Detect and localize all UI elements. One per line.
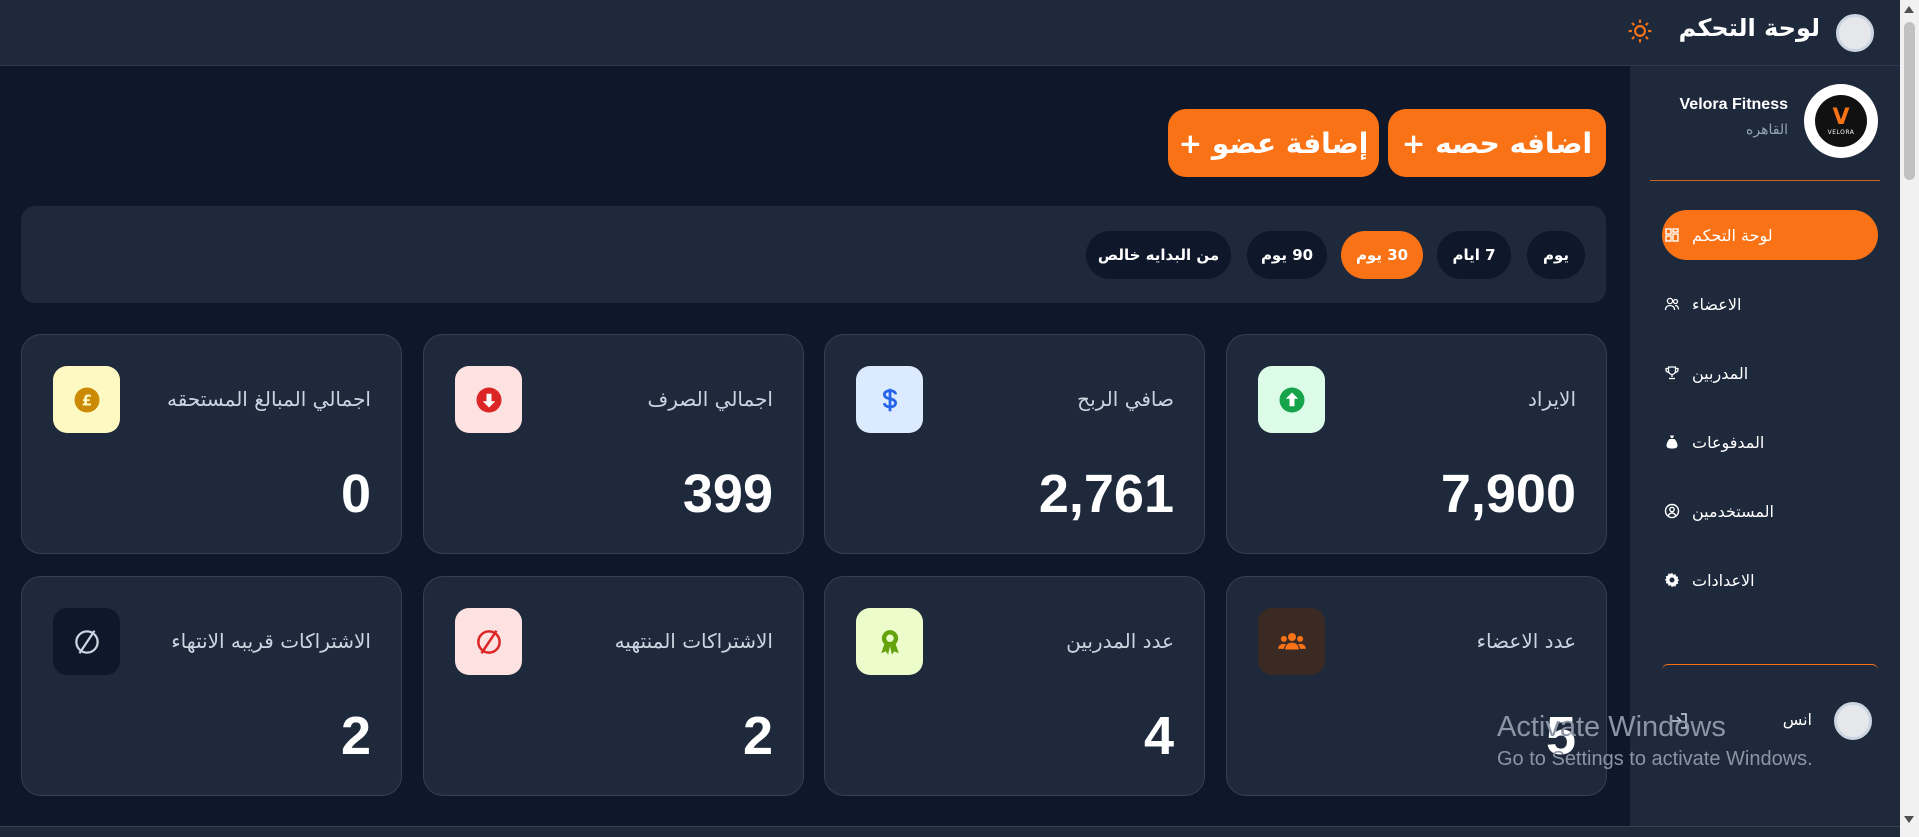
sidebar-item-settings[interactable]: الاعدادات <box>1662 555 1878 605</box>
stat-value: 0 <box>340 464 371 524</box>
stat-label: صافي الربح <box>1077 387 1174 411</box>
filter-chip-all-time[interactable]: من البدايه خالص <box>1086 231 1231 279</box>
sidebar-item-label: المدفوعات <box>1692 432 1765 452</box>
arrow-up-circle-icon <box>1258 366 1325 433</box>
date-filter-panel: يوم 7 ايام 30 يوم 90 يوم من البدايه خالص <box>21 206 1606 303</box>
page-title: لوحة التحكم <box>1678 14 1820 42</box>
sidebar-item-label: المدربين <box>1692 363 1749 383</box>
award-icon <box>856 608 923 675</box>
brand-city: القاهره <box>1746 122 1788 138</box>
taskbar <box>0 826 1900 837</box>
filter-chip-day[interactable]: يوم <box>1527 231 1585 279</box>
sidebar-item-label: الاعضاء <box>1692 294 1742 314</box>
sidebar-item-label: لوحة التحكم <box>1692 225 1773 245</box>
windows-activation-watermark: Activate Windows Go to Settings to activ… <box>1497 711 1813 770</box>
stat-card-total-due: اجمالي المبالغ المستحقه 0 £ <box>21 334 402 554</box>
brand-logo: V VELORA <box>1804 84 1878 158</box>
trophy-icon <box>1662 363 1682 383</box>
group-icon <box>1258 608 1325 675</box>
stat-card-expired-subscriptions: الاشتراكات المنتهيه 2 <box>423 576 804 796</box>
pound-coin-icon: £ <box>53 366 120 433</box>
stat-label: عدد الاعضاء <box>1476 629 1576 653</box>
ban-icon <box>53 608 120 675</box>
scrollbar-thumb[interactable] <box>1904 22 1915 180</box>
stat-label: اجمالي المبالغ المستحقه <box>167 387 371 411</box>
sidebar-item-label: الاعدادات <box>1692 570 1755 590</box>
page-scrollbar[interactable] <box>1900 0 1919 837</box>
filter-chip-7-days[interactable]: 7 ايام <box>1437 231 1511 279</box>
sidebar-item-users[interactable]: المستخدمين <box>1662 486 1878 536</box>
stat-label: الايراد <box>1527 387 1576 411</box>
dollar-icon <box>856 366 923 433</box>
user-avatar[interactable] <box>1834 702 1872 740</box>
sidebar-item-label: المستخدمين <box>1692 501 1774 521</box>
stat-card-net-profit: صافي الربح 2,761 <box>824 334 1205 554</box>
top-bar: لوحة التحكم <box>0 0 1900 66</box>
dashboard-icon <box>1662 225 1682 245</box>
add-session-button[interactable]: اضافه حصه + <box>1388 109 1606 177</box>
stat-value: 2,761 <box>1038 464 1174 524</box>
stat-card-trainers-count: عدد المدربين 4 <box>824 576 1205 796</box>
filter-chip-30-days[interactable]: 30 يوم <box>1341 231 1423 279</box>
stat-value: 399 <box>682 464 773 524</box>
divider <box>1650 180 1880 181</box>
stat-card-revenue: الايراد 7,900 <box>1226 334 1607 554</box>
stat-label: عدد المدربين <box>1066 629 1174 653</box>
stat-value: 2 <box>742 706 773 766</box>
money-bag-icon <box>1662 432 1682 452</box>
stat-label: الاشتراكات قريبه الانتهاء <box>171 629 371 653</box>
stat-label: الاشتراكات المنتهيه <box>614 629 773 653</box>
scroll-up-arrow-icon[interactable] <box>1904 6 1914 13</box>
sidebar-item-dashboard[interactable]: لوحة التحكم <box>1662 210 1878 260</box>
filter-chip-90-days[interactable]: 90 يوم <box>1247 231 1327 279</box>
ban-icon <box>455 608 522 675</box>
divider <box>1662 664 1878 670</box>
add-member-button[interactable]: إضافة عضو + <box>1168 109 1379 177</box>
stat-value: 2 <box>340 706 371 766</box>
brand-name: Velora Fitness <box>1679 96 1789 113</box>
arrow-down-circle-icon <box>455 366 522 433</box>
gear-icon <box>1662 570 1682 590</box>
stat-value: 7,900 <box>1440 464 1576 524</box>
user-circle-icon <box>1662 501 1682 521</box>
sidebar-item-members[interactable]: الاعضاء <box>1662 279 1878 329</box>
users-icon <box>1662 294 1682 314</box>
stat-card-expiring-subscriptions: الاشتراكات قريبه الانتهاء 2 <box>21 576 402 796</box>
sidebar-item-payments[interactable]: المدفوعات <box>1662 417 1878 467</box>
sidebar-item-trainers[interactable]: المدربين <box>1662 348 1878 398</box>
stat-value: 4 <box>1143 706 1174 766</box>
stat-card-total-expenses: اجمالي الصرف 399 <box>423 334 804 554</box>
svg-text:£: £ <box>81 391 91 409</box>
profile-avatar[interactable] <box>1836 14 1874 52</box>
stat-label: اجمالي الصرف <box>647 387 773 411</box>
scroll-down-arrow-icon[interactable] <box>1904 816 1914 823</box>
sun-icon[interactable] <box>1626 18 1654 46</box>
